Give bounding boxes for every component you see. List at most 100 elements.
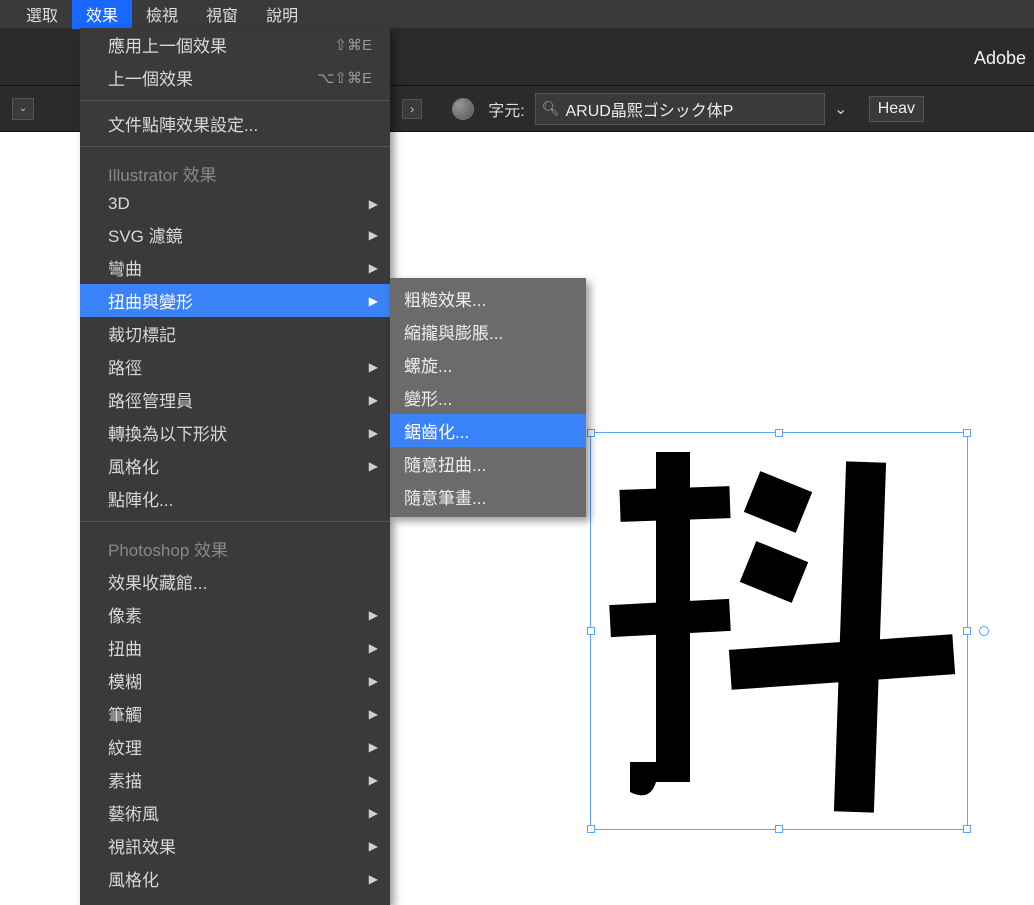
rotate-handle[interactable] [979, 626, 989, 636]
submenu-arrow-icon: ▶ [369, 707, 378, 721]
font-name-value: ARUD晶熙ゴシック体P [565, 97, 733, 121]
menu-help[interactable]: 說明 [252, 0, 312, 29]
next-arrow[interactable]: › [402, 99, 422, 119]
resize-handle-tl[interactable] [587, 429, 595, 437]
menu-item-shortcut: ⌥⇧⌘E [317, 69, 372, 87]
effects-dropdown: 應用上一個效果 ⇧⌘E 上一個效果 ⌥⇧⌘E 文件點陣效果設定... Illus… [80, 28, 390, 905]
menu-ps-2[interactable]: 扭曲 ▶ [80, 631, 390, 664]
font-weight-field[interactable]: Heav [869, 96, 924, 122]
menu-item-label: 路徑 [108, 354, 142, 379]
menu-il-0[interactable]: 3D ▶ [80, 190, 390, 218]
resize-handle-tm[interactable] [775, 429, 783, 437]
resize-handle-bl[interactable] [587, 825, 595, 833]
menu-select[interactable]: 選取 [12, 0, 72, 29]
submenu-arrow-icon: ▶ [369, 608, 378, 622]
menu-item-label: 紋理 [108, 734, 142, 759]
menu-il-4[interactable]: 裁切標記 [80, 317, 390, 350]
resize-handle-bm[interactable] [775, 825, 783, 833]
menu-ps-8[interactable]: 視訊效果 ▶ [80, 829, 390, 862]
submenu-arrow-icon: ▶ [369, 360, 378, 374]
menu-il-2[interactable]: 彎曲 ▶ [80, 251, 390, 284]
dropdown-chevron[interactable]: ⌄ [12, 98, 34, 120]
submenu-arrow-icon: ▶ [369, 261, 378, 275]
menu-il-6[interactable]: 路徑管理員 ▶ [80, 383, 390, 416]
menu-item-label: 彎曲 [108, 255, 142, 280]
submenu-item-2[interactable]: 螺旋... [390, 348, 586, 381]
menu-header-illustrator: Illustrator 效果 [80, 153, 390, 190]
submenu-arrow-icon: ▶ [369, 459, 378, 473]
globe-icon[interactable] [452, 98, 474, 120]
menu-item-label: 像素 [108, 602, 142, 627]
menu-header-label: Photoshop 效果 [108, 536, 228, 561]
character-label: 字元: [488, 97, 524, 121]
menu-item-label: 路徑管理員 [108, 387, 193, 412]
menu-il-1[interactable]: SVG 濾鏡▶ [80, 218, 390, 251]
menu-effects[interactable]: 效果 [72, 0, 132, 29]
submenu-arrow-icon: ▶ [369, 839, 378, 853]
submenu-item-5[interactable]: 隨意扭曲... [390, 447, 586, 480]
menu-ps-1[interactable]: 像素 ▶ [80, 598, 390, 631]
font-dropdown-arrow[interactable]: ⌄ [829, 97, 853, 121]
submenu-arrow-icon: ▶ [369, 228, 378, 242]
submenu-item-1[interactable]: 縮攏與膨脹... [390, 315, 586, 348]
menu-ps-7[interactable]: 藝術風▶ [80, 796, 390, 829]
menu-il-8[interactable]: 風格化 ▶ [80, 449, 390, 482]
menu-item-label: 視訊效果 [108, 833, 176, 858]
menu-item-label: 扭曲 [108, 635, 142, 660]
menu-ps-9[interactable]: 風格化 ▶ [80, 862, 390, 895]
menu-header-label: Illustrator 效果 [108, 161, 217, 186]
menu-separator [80, 146, 390, 147]
menu-ps-3[interactable]: 模糊 ▶ [80, 664, 390, 697]
menu-item-label: 素描 [108, 767, 142, 792]
submenu-arrow-icon: ▶ [369, 872, 378, 886]
menu-item-label: 轉換為以下形狀 [108, 420, 227, 445]
submenu-arrow-icon: ▶ [369, 426, 378, 440]
submenu-item-4[interactable]: 鋸齒化... [390, 414, 586, 447]
menu-item-label: 效果收藏館... [108, 569, 207, 594]
menu-item-label: 上一個效果 [108, 65, 193, 90]
menu-last-effect[interactable]: 上一個效果 ⌥⇧⌘E [80, 61, 390, 94]
menu-ps-5[interactable]: 紋理 ▶ [80, 730, 390, 763]
resize-handle-br[interactable] [963, 825, 971, 833]
resize-handle-ml[interactable] [587, 627, 595, 635]
menu-view[interactable]: 檢視 [132, 0, 192, 29]
menu-item-label: 點陣化... [108, 486, 173, 511]
menu-header-photoshop: Photoshop 效果 [80, 528, 390, 565]
menu-item-label: 扭曲與變形 [108, 288, 193, 313]
menu-raster-settings[interactable]: 文件點陣效果設定... [80, 107, 390, 140]
submenu-arrow-icon: ▶ [369, 740, 378, 754]
submenu-item-3[interactable]: 變形... [390, 381, 586, 414]
menu-il-3[interactable]: 扭曲與變形 ▶ [80, 284, 390, 317]
resize-handle-mr[interactable] [963, 627, 971, 635]
menu-il-5[interactable]: 路徑 ▶ [80, 350, 390, 383]
menu-apply-last-effect[interactable]: 應用上一個效果 ⇧⌘E [80, 28, 390, 61]
menu-ps-4[interactable]: 筆觸▶ [80, 697, 390, 730]
menu-item-label: 文件點陣效果設定... [108, 111, 258, 136]
submenu-arrow-icon: ▶ [369, 294, 378, 308]
menu-item-label: 模糊 [108, 668, 142, 693]
menu-separator [80, 100, 390, 101]
submenu-arrow-icon: ▶ [369, 641, 378, 655]
submenu-arrow-icon: ▶ [369, 674, 378, 688]
resize-handle-tr[interactable] [963, 429, 971, 437]
submenu-arrow-icon: ▶ [369, 197, 378, 211]
submenu-item-6[interactable]: 隨意筆畫... [390, 480, 586, 513]
font-name-field[interactable]: 🔍︎ ARUD晶熙ゴシック体P [535, 93, 825, 125]
search-icon: 🔍︎ [542, 100, 560, 117]
menu-item-label: 風格化 [108, 866, 159, 891]
menu-item-shortcut: ⇧⌘E [334, 36, 372, 54]
brand-label: Adobe [974, 48, 1026, 69]
menu-il-7[interactable]: 轉換為以下形狀 ▶ [80, 416, 390, 449]
menu-item-label: 藝術風 [108, 800, 159, 825]
submenu-arrow-icon: ▶ [369, 773, 378, 787]
menubar: 選取 效果 檢視 視窗 說明 [0, 0, 1034, 28]
submenu-item-0[interactable]: 粗糙效果... [390, 282, 586, 315]
submenu-arrow-icon: ▶ [369, 393, 378, 407]
menu-ps-6[interactable]: 素描 ▶ [80, 763, 390, 796]
selection-bounding-box[interactable] [590, 432, 968, 830]
menu-window[interactable]: 視窗 [192, 0, 252, 29]
menu-item-label: 3D [108, 194, 130, 214]
menu-item-label: 風格化 [108, 453, 159, 478]
menu-il-9[interactable]: 點陣化... [80, 482, 390, 515]
menu-ps-0[interactable]: 效果收藏館... [80, 565, 390, 598]
